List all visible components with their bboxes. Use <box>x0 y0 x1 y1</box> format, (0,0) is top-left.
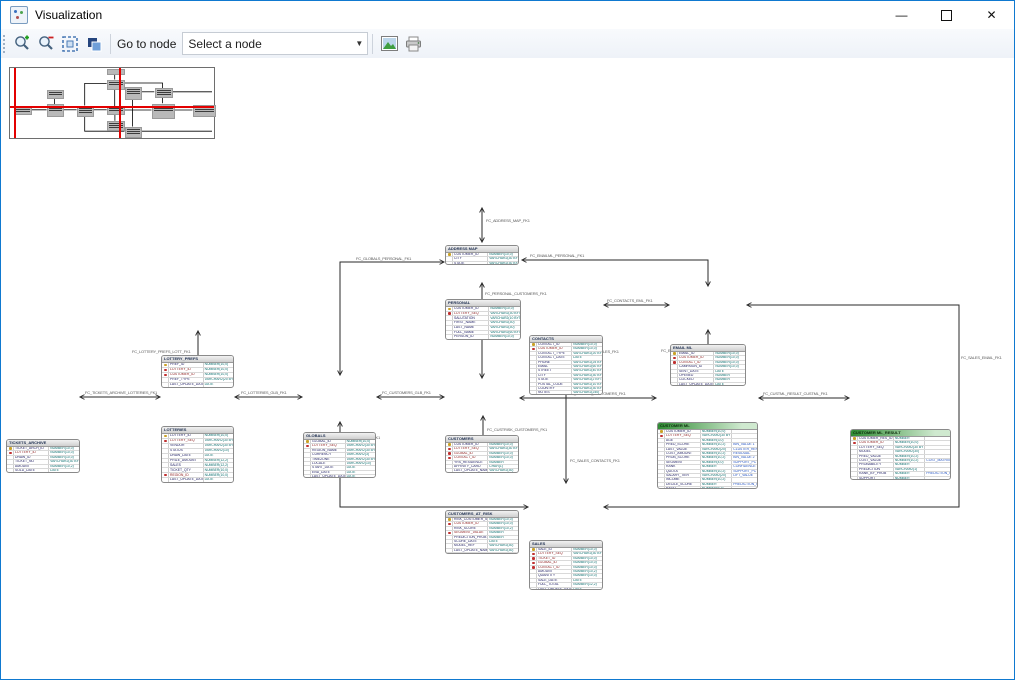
minimap-crosshair-vertical-2 <box>119 68 121 138</box>
edge-label: FC_PERSONAL_CUSTOMERS_FK1 <box>485 291 547 296</box>
node-row: RATIONUMBER(6,3) <box>658 487 757 489</box>
node-row: LAST_UPDATE_DATEDATE <box>671 383 745 386</box>
combobox-dropdown-button[interactable]: ▼ <box>351 33 367 54</box>
node-row: SUPPORTNUMBER <box>851 477 950 480</box>
node-row: STATEVARCHAR2(30 BYTE) <box>446 262 518 265</box>
table-node-customers[interactable]: CUSTOMERSCUSTOMER_IDNUMBER(10,0)LOTTERY_… <box>445 435 519 473</box>
zoom-in-icon <box>14 35 31 52</box>
node-row: PERSON_IDNUMBER(10,0) <box>446 335 520 339</box>
table-node-personal[interactable]: PERSONALCUSTOMER_IDNUMBER(10,0)LOTTERY_S… <box>445 299 521 340</box>
node-title: PERSONAL <box>446 300 520 307</box>
node-title: EMAIL ML <box>671 345 745 352</box>
visualization-window: Visualization — ✕ <box>0 0 1015 680</box>
edge-label: FC_CUSTOMERS_GLB_FK1 <box>382 390 431 395</box>
node-row: LAST_UPDATE_NAMEVARCHAR2(30) <box>446 469 518 473</box>
toolbar-grip[interactable] <box>3 35 10 53</box>
node-row: NOTESVARCHAR2(240) <box>530 391 602 394</box>
table-node-customer-ml-result[interactable]: CUSTOMER ML_RESULTCUSTOMER_RES_IDNUMBERC… <box>850 429 951 480</box>
close-button[interactable]: ✕ <box>969 1 1014 29</box>
edge-label: FC_CUSTRISK_CUSTOMERS_FK1 <box>487 427 547 432</box>
node-selector-combobox[interactable]: Select a node ▼ <box>182 32 368 55</box>
table-node-globals[interactable]: GLOBALSGLOBAL_IDNUMBER(10,0)LOTTERY_SEQV… <box>303 432 376 478</box>
edge-label: FC_LOTTERIES_GLB_FK1 <box>241 390 287 395</box>
node-title: LOTTERIES <box>162 427 233 434</box>
node-row: LAST_UPDATE_DATEDATE <box>530 588 602 590</box>
minimap-node <box>47 90 64 98</box>
minimap-node <box>107 106 125 115</box>
maximize-button[interactable] <box>924 1 969 29</box>
node-title: LOTTERY_PREFS <box>162 356 233 363</box>
node-row: LAST_UPDATE_DATEDATE <box>162 478 233 482</box>
overlap-windows-icon <box>86 36 102 52</box>
minimap-node <box>107 80 125 90</box>
fit-to-window-icon <box>62 36 78 52</box>
table-node-customers-at-risk[interactable]: CUSTOMERS_AT_RISKRISK_CUSTOMER_IDNUMBER(… <box>445 510 519 554</box>
node-title: GLOBALS <box>304 433 375 440</box>
table-node-contacts[interactable]: CONTACTSCONTACT_IDNUMBER(10,0)CUSTOMER_I… <box>529 335 603 395</box>
goto-node-label: Go to node <box>117 37 176 51</box>
table-node-customer-ml[interactable]: CUSTOMER MLCUSTOMER_IDNUMBER(10,0)LOTTER… <box>657 422 758 489</box>
combobox-value: Select a node <box>183 37 351 51</box>
table-node-lottery-prefs[interactable]: LOTTERY_PREFSPREF_IDNUMBER(10,0)LOTTERY_… <box>161 355 234 388</box>
table-node-address-map[interactable]: ADDRESS MAPCUSTOMER_IDNUMBER(10,0)CITYVA… <box>445 245 519 265</box>
edge-label: FC_SALES_CONTACTS_FK1 <box>570 458 620 463</box>
maximize-icon <box>941 10 952 21</box>
edge-label: FC_GLOBALS_PERSONAL_FK1 <box>356 256 411 261</box>
minimap[interactable] <box>9 67 215 139</box>
node-row: SOLD_DATEDATE <box>7 469 79 473</box>
node-row: LAST_UPDATE_DATEDATE <box>162 383 233 387</box>
node-row: LAST_UPDATE_DATEDATE <box>304 475 375 478</box>
edge-label: FC_TICKETS_ARCHIVE_LOTTERIES_FK1 <box>85 390 157 395</box>
zoom-out-icon <box>38 35 55 52</box>
toolbar-separator <box>110 34 111 54</box>
minimize-button[interactable]: — <box>879 1 924 29</box>
edge-label: FC_ADDRESS_MAP_FK1 <box>486 218 530 223</box>
edge-label: FC_SALES_EMAIL_FK1 <box>961 355 1002 360</box>
printer-icon <box>405 36 422 52</box>
edge-label: FC_CUSTML_RESULT_CUSTML_FK1 <box>763 391 828 396</box>
table-node-sales[interactable]: SALESSALE_IDNUMBER(10,0)LOTTERY_SEQVARCH… <box>529 540 603 590</box>
zoom-in-button[interactable] <box>11 33 33 55</box>
edge-label: FC_EMAILML_PERSONAL_FK1 <box>530 253 584 258</box>
minimap-node <box>155 88 173 98</box>
toolbar: Go to node Select a node ▼ <box>1 29 1014 59</box>
window-title: Visualization <box>35 8 102 22</box>
minimap-node <box>14 107 32 116</box>
overlap-windows-button[interactable] <box>83 33 105 55</box>
export-image-button[interactable] <box>378 33 400 55</box>
node-title: CUSTOMERS <box>446 436 518 443</box>
edge-label: FC_CONTACTS_EML_FK1 <box>607 298 652 303</box>
diagram-canvas[interactable]: FC_ADDRESS_MAP_FK1 FC_PERSONAL_CUSTOMERS_… <box>1 58 1014 679</box>
print-button[interactable] <box>402 33 424 55</box>
minimap-node <box>125 127 143 139</box>
edge-label: FC_LOTTERY_PREFS_LOTT_FK1 <box>132 349 191 354</box>
node-title: CONTACTS <box>530 336 602 343</box>
node-title: CUSTOMER ML_RESULT <box>851 430 950 437</box>
node-title: CUSTOMER ML <box>658 423 757 430</box>
title-bar[interactable]: Visualization — ✕ <box>1 1 1014 29</box>
table-node-tickets-archive[interactable]: TICKETS_ARCHIVETICKET_ARCH_IDNUMBER(10,0… <box>6 439 80 473</box>
node-title: TICKETS_ARCHIVE <box>7 440 79 447</box>
minimap-node <box>107 69 125 75</box>
zoom-out-button[interactable] <box>35 33 57 55</box>
minimap-node <box>125 87 143 101</box>
fit-to-window-button[interactable] <box>59 33 81 55</box>
edge-layer <box>1 58 1014 679</box>
node-title: ADDRESS MAP <box>446 246 518 253</box>
node-title: SALES <box>530 541 602 548</box>
node-row: LAST_UPDATE_DATEDATE <box>446 553 518 554</box>
minimap-node <box>107 121 125 132</box>
picture-icon <box>381 36 398 51</box>
table-node-lotteries[interactable]: LOTTERIESLOTTERY_IDNUMBER(10,0)LOTTERY_S… <box>161 426 234 483</box>
minimap-crosshair-vertical-1 <box>14 68 16 138</box>
minimap-crosshair-horizontal <box>10 106 214 108</box>
toolbar-separator <box>372 34 373 54</box>
node-title: CUSTOMERS_AT_RISK <box>446 511 518 518</box>
app-icon <box>10 6 28 24</box>
table-node-email-ml[interactable]: EMAIL MLEMAIL_IDNUMBER(10,0)CUSTOMER_IDN… <box>670 344 746 386</box>
